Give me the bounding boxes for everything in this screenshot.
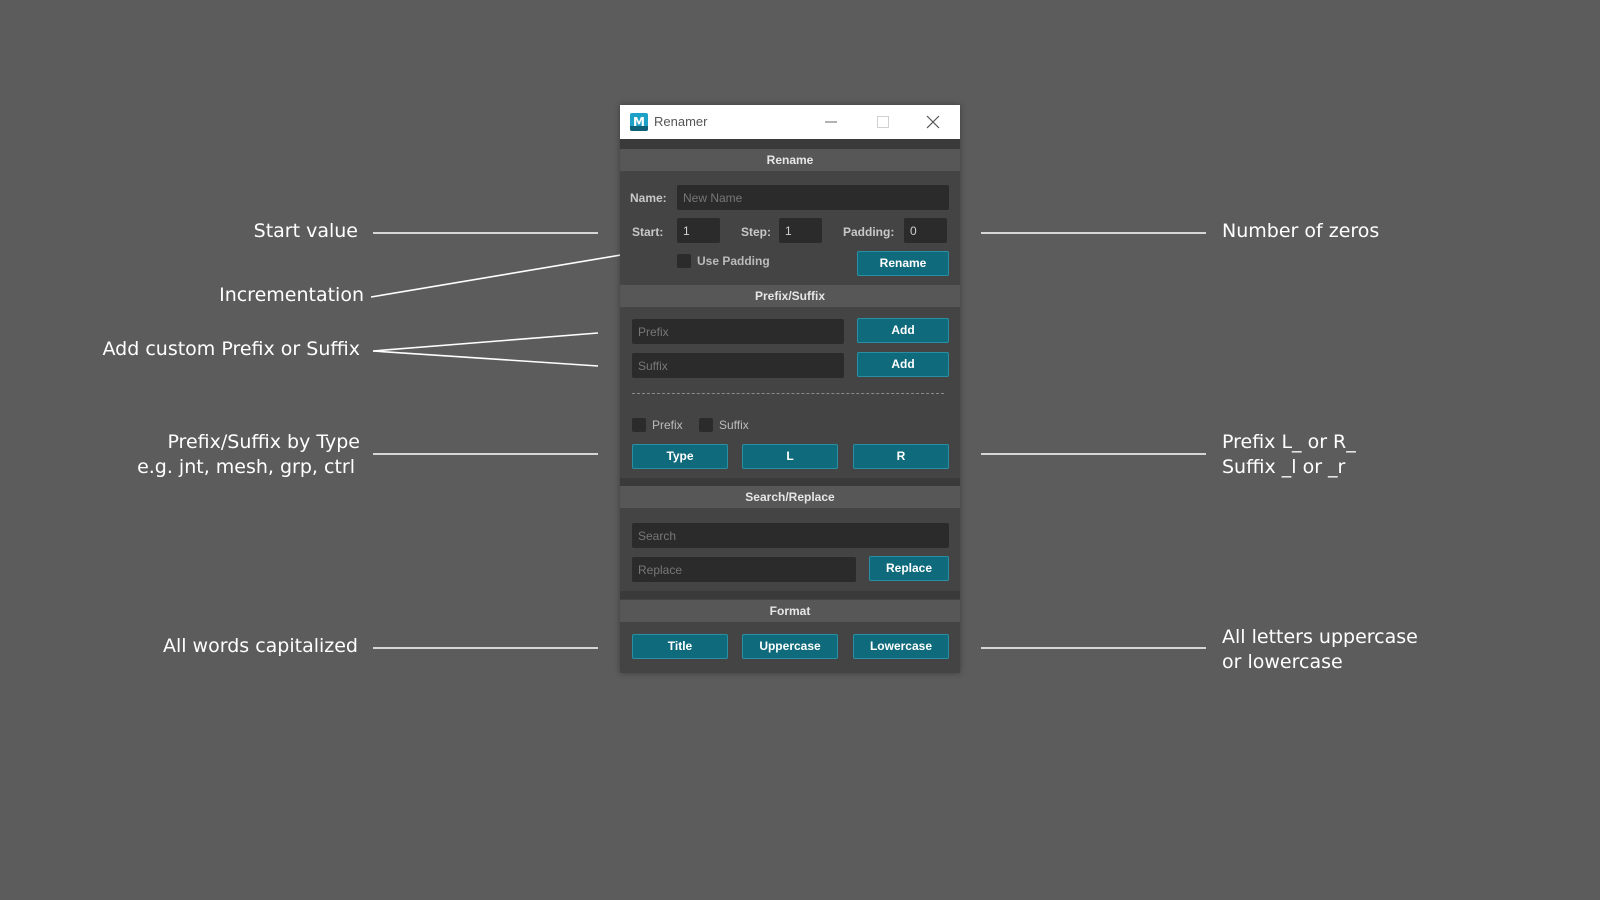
title-bar[interactable]: M Renamer: [620, 105, 960, 139]
annotation-prefix-lr-line2: Suffix _l or _r: [1222, 456, 1346, 478]
section-gap: [620, 478, 960, 486]
annotation-by-type: Prefix/Suffix by Type e.g. jnt, mesh, gr…: [137, 430, 360, 480]
suffix-input[interactable]: [632, 353, 844, 378]
section-gap-2: [620, 591, 960, 599]
add-suffix-button[interactable]: Add: [857, 352, 949, 377]
line-custom-suffix: [372, 350, 599, 367]
start-input[interactable]: [677, 218, 720, 243]
section-header-format: Format: [620, 600, 960, 622]
name-input[interactable]: [677, 185, 949, 210]
maximize-icon: [877, 116, 889, 128]
minimize-icon: [825, 121, 837, 123]
r-button[interactable]: R: [853, 444, 949, 469]
replace-input[interactable]: [632, 557, 856, 582]
annotation-number-of-zeros: Number of zeros: [1222, 220, 1380, 242]
annotation-case: All letters uppercase or lowercase: [1222, 625, 1418, 675]
replace-button[interactable]: Replace: [869, 556, 949, 581]
suffix-checkbox[interactable]: [699, 418, 713, 432]
name-label: Name:: [630, 191, 667, 205]
close-icon: [926, 115, 940, 129]
annotation-case-line2: or lowercase: [1222, 651, 1343, 673]
annotation-prefix-lr: Prefix L_ or R_ Suffix _l or _r: [1222, 430, 1356, 480]
step-input[interactable]: [779, 218, 822, 243]
annotation-prefix-lr-line1: Prefix L_ or R_: [1222, 431, 1356, 453]
suffix-checkbox-label: Suffix: [719, 418, 749, 432]
prefix-checkbox-label: Prefix: [652, 418, 683, 432]
lowercase-button[interactable]: Lowercase: [853, 634, 949, 659]
app-logo-letter: M: [633, 115, 645, 129]
annotation-incrementation: Incrementation: [219, 284, 364, 306]
start-label: Start:: [632, 225, 664, 239]
maximize-button[interactable]: [860, 105, 906, 139]
title-case-button[interactable]: Title: [632, 634, 728, 659]
renamer-window: M Renamer Rename Name: Start: Step: Padd…: [620, 105, 960, 673]
padding-input[interactable]: [904, 218, 947, 243]
minimize-button[interactable]: [808, 105, 854, 139]
annotation-by-type-line2: e.g. jnt, mesh, grp, ctrl: [137, 456, 355, 478]
annotation-by-type-line1: Prefix/Suffix by Type: [167, 431, 360, 453]
padding-label: Padding:: [843, 225, 895, 239]
section-header-search-replace: Search/Replace: [620, 486, 960, 508]
prefix-input[interactable]: [632, 319, 844, 344]
annotation-case-line1: All letters uppercase: [1222, 626, 1418, 648]
use-padding-checkbox[interactable]: [677, 254, 691, 268]
title-gap: [620, 139, 960, 149]
line-custom-prefix: [372, 332, 599, 352]
rename-button[interactable]: Rename: [857, 251, 949, 276]
prefix-checkbox[interactable]: [632, 418, 646, 432]
section-header-rename: Rename: [620, 149, 960, 171]
search-input[interactable]: [632, 523, 949, 548]
uppercase-button[interactable]: Uppercase: [742, 634, 838, 659]
use-padding-label: Use Padding: [697, 254, 770, 268]
l-button[interactable]: L: [742, 444, 838, 469]
step-label: Step:: [741, 225, 771, 239]
window-title: Renamer: [654, 114, 708, 129]
add-prefix-button[interactable]: Add: [857, 318, 949, 343]
app-logo-icon: M: [630, 113, 648, 131]
annotation-start-value: Start value: [253, 220, 358, 242]
annotation-all-words: All words capitalized: [162, 635, 358, 657]
stage: Start value Incrementation Add custom Pr…: [0, 0, 1600, 900]
type-button[interactable]: Type: [632, 444, 728, 469]
annotation-custom-prefix-suffix: Add custom Prefix or Suffix: [102, 338, 360, 360]
divider: [632, 393, 944, 394]
close-button[interactable]: [910, 105, 956, 139]
section-header-prefix-suffix: Prefix/Suffix: [620, 285, 960, 307]
